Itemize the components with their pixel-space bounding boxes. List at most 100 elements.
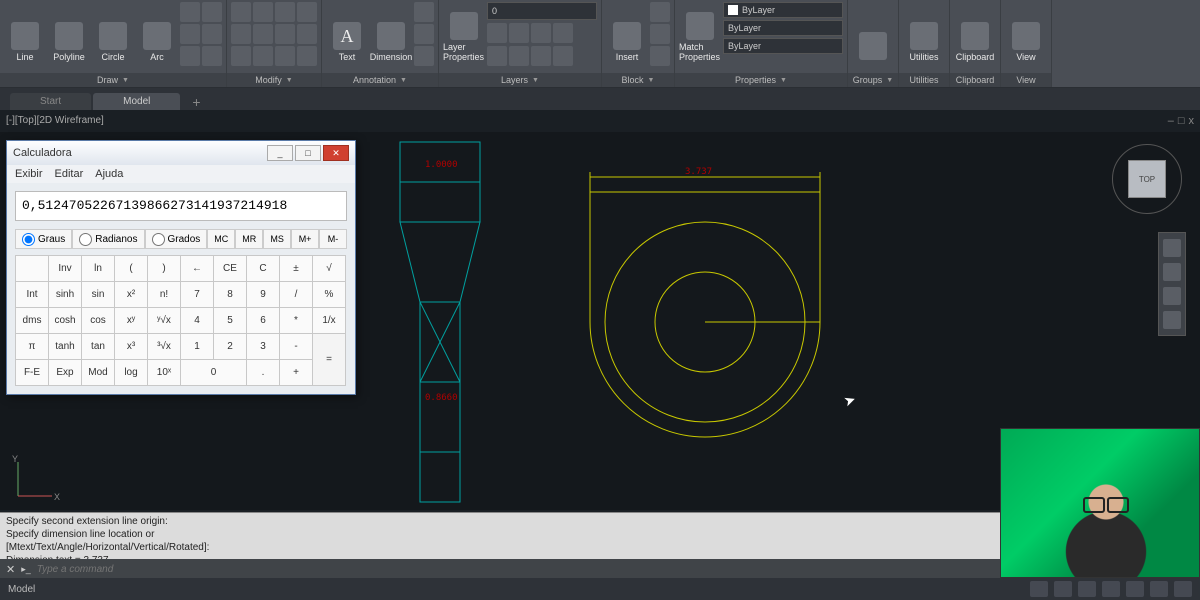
calc-key[interactable]: sin: [82, 282, 115, 308]
match-properties-button[interactable]: Match Properties: [679, 2, 721, 64]
doc-close-button[interactable]: x: [1189, 115, 1195, 127]
array-button[interactable]: [275, 46, 295, 66]
file-tab-start[interactable]: Start: [10, 93, 91, 110]
nav-pan-button[interactable]: [1163, 263, 1181, 281]
draw-tool-4[interactable]: [202, 2, 222, 22]
calc-key[interactable]: 1: [181, 334, 214, 360]
calc-maximize-button[interactable]: □: [295, 145, 321, 161]
calc-key[interactable]: cosh: [49, 308, 82, 334]
dimension-button[interactable]: Dimension: [370, 2, 412, 64]
calc-ms-button[interactable]: MS: [263, 229, 291, 249]
status-osnap-button[interactable]: [1126, 581, 1144, 597]
current-layer-combo[interactable]: 0: [487, 2, 597, 20]
doc-maximize-button[interactable]: □: [1178, 115, 1185, 127]
status-lwt-button[interactable]: [1150, 581, 1168, 597]
mirror-button[interactable]: [253, 24, 273, 44]
text-button[interactable]: AText: [326, 2, 368, 64]
calc-key[interactable]: F-E: [16, 360, 49, 386]
calc-key[interactable]: [16, 256, 49, 282]
polyline-button[interactable]: Polyline: [48, 2, 90, 64]
draw-tool-3[interactable]: [180, 46, 200, 66]
doc-minimize-button[interactable]: –: [1168, 115, 1174, 127]
calc-menu-edit[interactable]: Editar: [55, 168, 84, 180]
calc-mminus-button[interactable]: M-: [319, 229, 347, 249]
lineweight-combo[interactable]: ByLayer: [723, 20, 843, 36]
calc-menu-view[interactable]: Exibir: [15, 168, 43, 180]
calc-key[interactable]: log: [115, 360, 148, 386]
calc-key[interactable]: 2: [214, 334, 247, 360]
calc-key[interactable]: x²: [115, 282, 148, 308]
calc-key[interactable]: 3: [247, 334, 280, 360]
draw-tool-5[interactable]: [202, 24, 222, 44]
layer-tool-7[interactable]: [531, 46, 551, 66]
calc-key[interactable]: 4: [181, 308, 214, 334]
calc-key[interactable]: 8: [214, 282, 247, 308]
nav-orbit-button[interactable]: [1163, 311, 1181, 329]
chevron-down-icon[interactable]: ▼: [648, 77, 655, 84]
calculator-window[interactable]: Calculadora _ □ ✕ Exibir Editar Ajuda 0,…: [6, 140, 356, 395]
chevron-down-icon[interactable]: ▼: [286, 77, 293, 84]
arc-button[interactable]: Arc: [136, 2, 178, 64]
calc-key[interactable]: CE: [214, 256, 247, 282]
scale-button[interactable]: [253, 46, 273, 66]
chevron-down-icon[interactable]: ▼: [122, 77, 129, 84]
calc-key[interactable]: ): [148, 256, 181, 282]
calc-key[interactable]: =: [313, 334, 346, 386]
calc-key[interactable]: Exp: [49, 360, 82, 386]
table-button[interactable]: [414, 24, 434, 44]
status-grid-button[interactable]: [1030, 581, 1048, 597]
status-snap-button[interactable]: [1054, 581, 1072, 597]
viewcube-top-face[interactable]: TOP: [1128, 160, 1166, 198]
calc-close-button[interactable]: ✕: [323, 145, 349, 161]
chevron-down-icon[interactable]: ▼: [780, 77, 787, 84]
insert-block-button[interactable]: Insert: [606, 2, 648, 64]
block-tool[interactable]: [650, 46, 670, 66]
draw-tool-2[interactable]: [180, 24, 200, 44]
calc-key[interactable]: C: [247, 256, 280, 282]
calc-key[interactable]: √: [313, 256, 346, 282]
status-ortho-button[interactable]: [1078, 581, 1096, 597]
calc-key[interactable]: 9: [247, 282, 280, 308]
move-button[interactable]: [231, 2, 251, 22]
status-polar-button[interactable]: [1102, 581, 1120, 597]
calc-key[interactable]: /: [280, 282, 313, 308]
calc-key[interactable]: ±: [280, 256, 313, 282]
trim-button[interactable]: [275, 2, 295, 22]
layer-tool-2[interactable]: [509, 23, 529, 43]
calc-key[interactable]: 1/x: [313, 308, 346, 334]
draw-tool-1[interactable]: [180, 2, 200, 22]
measure-button[interactable]: Utilities: [903, 2, 945, 64]
calc-key[interactable]: sinh: [49, 282, 82, 308]
calc-key[interactable]: Inv: [49, 256, 82, 282]
calc-key[interactable]: (: [115, 256, 148, 282]
calc-key[interactable]: ln: [82, 256, 115, 282]
calc-mr-button[interactable]: MR: [235, 229, 263, 249]
chevron-down-icon[interactable]: ▼: [532, 77, 539, 84]
calc-mode-radians[interactable]: Radianos: [72, 229, 144, 249]
modify-tool-c[interactable]: [297, 46, 317, 66]
calc-key[interactable]: x³: [115, 334, 148, 360]
layer-tool-4[interactable]: [553, 23, 573, 43]
calc-key[interactable]: ʸ√x: [148, 308, 181, 334]
calc-key[interactable]: 10ˣ: [148, 360, 181, 386]
calc-key[interactable]: tan: [82, 334, 115, 360]
fillet-button[interactable]: [275, 24, 295, 44]
copy-button[interactable]: [231, 24, 251, 44]
status-annot-button[interactable]: [1174, 581, 1192, 597]
calc-key[interactable]: cos: [82, 308, 115, 334]
calc-key[interactable]: 0: [181, 360, 247, 386]
group-button[interactable]: [852, 2, 894, 64]
chevron-down-icon[interactable]: ▼: [400, 77, 407, 84]
create-block-button[interactable]: [650, 2, 670, 22]
calc-key[interactable]: ←: [181, 256, 214, 282]
calc-key[interactable]: 5: [214, 308, 247, 334]
calc-key[interactable]: xʸ: [115, 308, 148, 334]
stretch-button[interactable]: [231, 46, 251, 66]
file-tab-active[interactable]: Model: [93, 93, 180, 110]
calc-key[interactable]: dms: [16, 308, 49, 334]
calc-key[interactable]: -: [280, 334, 313, 360]
command-close-button[interactable]: ✕: [6, 563, 15, 576]
viewport-label[interactable]: [-][Top][2D Wireframe]: [6, 115, 104, 126]
layer-tool-6[interactable]: [509, 46, 529, 66]
layer-tool-8[interactable]: [553, 46, 573, 66]
